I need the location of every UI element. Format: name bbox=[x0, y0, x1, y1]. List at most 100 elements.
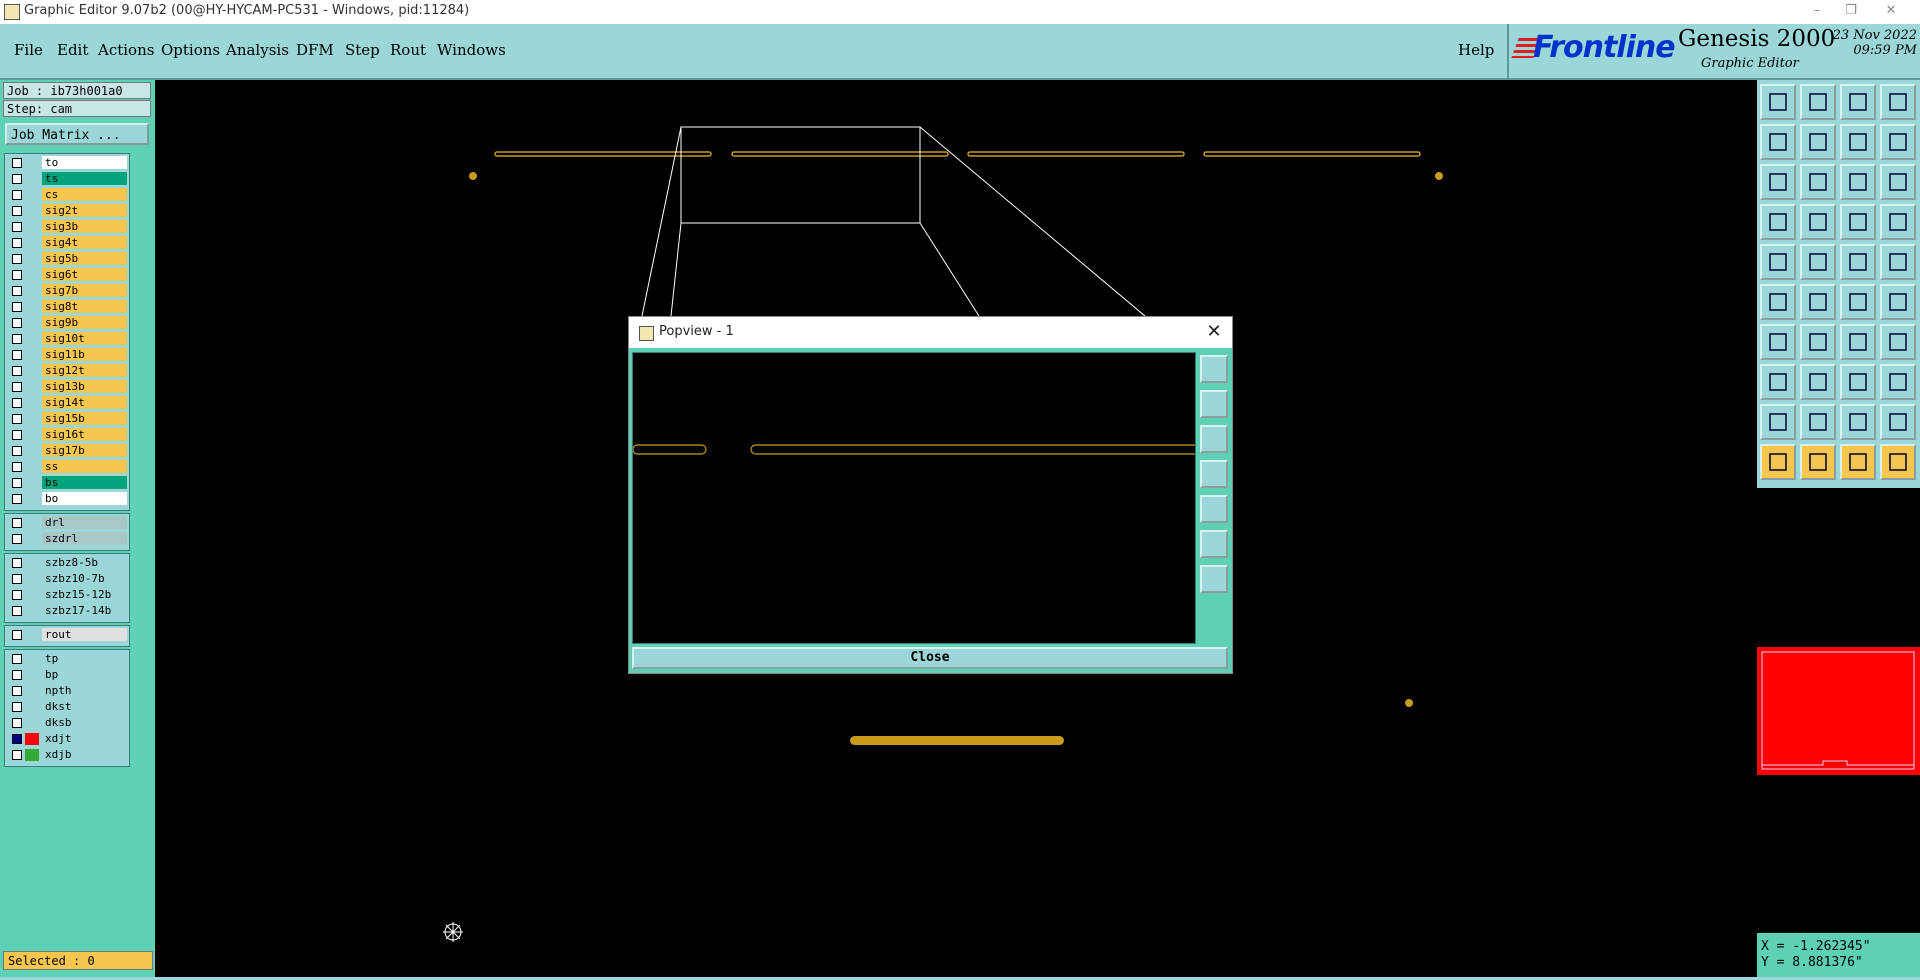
layer-row[interactable]: drl bbox=[5, 516, 129, 530]
connect-icon[interactable] bbox=[1760, 284, 1796, 320]
home-top-icon[interactable] bbox=[1760, 84, 1796, 120]
diagonal-icon[interactable] bbox=[1800, 324, 1836, 360]
menu-windows[interactable]: Windows bbox=[437, 41, 506, 59]
layer-row[interactable]: bs bbox=[5, 476, 129, 490]
layer-name[interactable]: sig12t bbox=[42, 364, 127, 377]
layer-checkbox[interactable] bbox=[12, 302, 22, 312]
layer-name[interactable]: ts bbox=[42, 172, 127, 185]
layer-checkbox[interactable] bbox=[12, 174, 22, 184]
popview-close-button[interactable]: Close bbox=[632, 647, 1228, 669]
layer-name[interactable]: sig5b bbox=[42, 252, 127, 265]
layer-row[interactable]: rout bbox=[5, 628, 129, 642]
layer-row[interactable]: sig11b bbox=[5, 348, 129, 362]
layer-name[interactable]: sig2t bbox=[42, 204, 127, 217]
layer-row[interactable]: szbz8-5b bbox=[5, 556, 129, 570]
layer-name[interactable]: npth bbox=[42, 684, 127, 697]
layer-name[interactable]: sig6t bbox=[42, 268, 127, 281]
layer-name[interactable]: tp bbox=[42, 652, 127, 665]
link-icon[interactable] bbox=[1840, 284, 1876, 320]
layer-row[interactable]: sig8t bbox=[5, 300, 129, 314]
layer-checkbox[interactable] bbox=[12, 238, 22, 248]
layer-name[interactable]: szbz15-12b bbox=[42, 588, 127, 601]
layer-row[interactable]: sig10t bbox=[5, 332, 129, 346]
layer-checkbox[interactable] bbox=[12, 750, 22, 760]
layer-row[interactable]: szbz10-7b bbox=[5, 572, 129, 586]
layer-name[interactable]: sig15b bbox=[42, 412, 127, 425]
layer-checkbox[interactable] bbox=[12, 222, 22, 232]
pan-left-icon[interactable] bbox=[1760, 124, 1796, 160]
layer-name[interactable]: sig11b bbox=[42, 348, 127, 361]
job-matrix-button[interactable]: Job Matrix ... bbox=[5, 123, 149, 145]
layer-name[interactable]: bo bbox=[42, 492, 127, 505]
popview-canvas[interactable] bbox=[632, 352, 1212, 644]
cross-icon[interactable] bbox=[1800, 284, 1836, 320]
layer-row[interactable]: szdrl bbox=[5, 532, 129, 546]
layer-name[interactable]: sig13b bbox=[42, 380, 127, 393]
layer-row[interactable]: xdjb bbox=[5, 748, 129, 762]
popview-close-icon[interactable]: ✕ bbox=[1204, 322, 1224, 342]
pointer-special-icon[interactable] bbox=[1840, 444, 1876, 480]
layer-checkbox[interactable] bbox=[12, 254, 22, 264]
layer-name[interactable]: sig3b bbox=[42, 220, 127, 233]
split-trace-icon[interactable] bbox=[1880, 324, 1916, 360]
dot-icon[interactable] bbox=[1880, 244, 1916, 280]
layer-checkbox[interactable] bbox=[12, 734, 22, 744]
menu-help[interactable]: Help bbox=[1458, 41, 1494, 59]
layer-checkbox[interactable] bbox=[12, 350, 22, 360]
menu-actions[interactable]: Actions bbox=[98, 41, 154, 59]
layer-row[interactable]: sig9b bbox=[5, 316, 129, 330]
layer-checkbox[interactable] bbox=[12, 670, 22, 680]
layer-name[interactable]: drl bbox=[42, 516, 127, 529]
menu-options[interactable]: Options bbox=[161, 41, 220, 59]
layer-checkbox[interactable] bbox=[12, 686, 22, 696]
home-bottom-icon[interactable] bbox=[1800, 84, 1836, 120]
layer-name[interactable]: szbz10-7b bbox=[42, 572, 127, 585]
pointer-alt-icon[interactable] bbox=[1800, 444, 1836, 480]
layer-checkbox[interactable] bbox=[12, 654, 22, 664]
text-a-icon[interactable] bbox=[1800, 404, 1836, 440]
layer-name[interactable]: xdjt bbox=[42, 732, 127, 745]
layer-name[interactable]: sig4t bbox=[42, 236, 127, 249]
layer-checkbox[interactable] bbox=[12, 158, 22, 168]
layer-row[interactable]: szbz15-12b bbox=[5, 588, 129, 602]
layer-name[interactable]: sig14t bbox=[42, 396, 127, 409]
layer-checkbox[interactable] bbox=[12, 518, 22, 528]
layer-checkbox[interactable] bbox=[12, 382, 22, 392]
layer-checkbox[interactable] bbox=[12, 318, 22, 328]
layer-name[interactable]: cs bbox=[42, 188, 127, 201]
layer-name[interactable]: xdjb bbox=[42, 748, 127, 761]
menu-rout[interactable]: Rout bbox=[390, 41, 426, 59]
layer-row[interactable]: sig14t bbox=[5, 396, 129, 410]
layer-row[interactable]: sig7b bbox=[5, 284, 129, 298]
layer-name[interactable]: to bbox=[42, 156, 127, 169]
popview-fit-icon[interactable] bbox=[1200, 355, 1228, 383]
layer-checkbox[interactable] bbox=[12, 366, 22, 376]
pan-right-icon[interactable] bbox=[1800, 124, 1836, 160]
layer-name[interactable]: sig17b bbox=[42, 444, 127, 457]
home-icon[interactable] bbox=[1840, 84, 1876, 120]
layer-row[interactable]: npth bbox=[5, 684, 129, 698]
layer-row[interactable]: sig12t bbox=[5, 364, 129, 378]
layer-checkbox[interactable] bbox=[12, 286, 22, 296]
pointer-icon[interactable] bbox=[1760, 444, 1796, 480]
fit-width-icon[interactable] bbox=[1800, 164, 1836, 200]
layer-row[interactable]: to bbox=[5, 156, 129, 170]
arc-icon[interactable] bbox=[1840, 324, 1876, 360]
layer-name[interactable]: dkst bbox=[42, 700, 127, 713]
layer-row[interactable]: sig13b bbox=[5, 380, 129, 394]
layer-row[interactable]: cs bbox=[5, 188, 129, 202]
layer-row[interactable]: dkst bbox=[5, 700, 129, 714]
popview-left-icon[interactable] bbox=[1200, 460, 1228, 488]
menu-analysis[interactable]: Analysis bbox=[226, 41, 289, 59]
layer-row[interactable]: sig4t bbox=[5, 236, 129, 250]
scale-1-2-icon[interactable] bbox=[1840, 164, 1876, 200]
layer-checkbox[interactable] bbox=[12, 478, 22, 488]
layer-name[interactable]: szdrl bbox=[42, 532, 127, 545]
layer-checkbox[interactable] bbox=[12, 414, 22, 424]
layer-row[interactable]: sig15b bbox=[5, 412, 129, 426]
layer-checkbox[interactable] bbox=[12, 430, 22, 440]
layer-name[interactable]: sig9b bbox=[42, 316, 127, 329]
layer-row[interactable]: sig5b bbox=[5, 252, 129, 266]
measure-icon[interactable] bbox=[1880, 284, 1916, 320]
layer-name[interactable]: dksb bbox=[42, 716, 127, 729]
